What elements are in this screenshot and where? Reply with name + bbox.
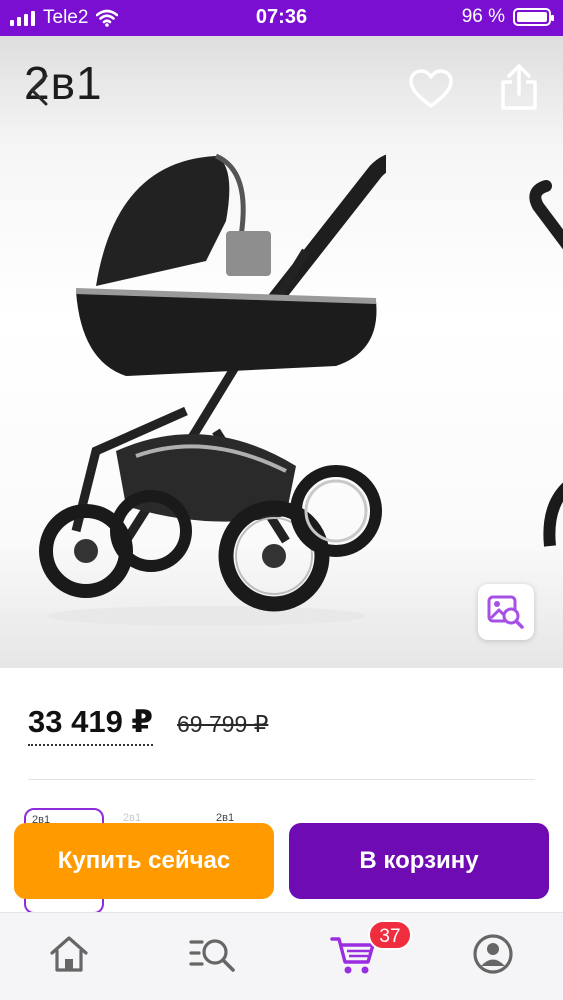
tab-home[interactable] <box>38 925 98 985</box>
price-row: 33 419 ₽ 69 799 ₽ <box>28 704 268 746</box>
battery-icon <box>513 8 554 26</box>
visual-search-button[interactable] <box>478 584 534 640</box>
battery-percent: 96 % <box>461 6 505 27</box>
home-icon <box>50 936 88 972</box>
old-price: 69 799 ₽ <box>177 711 269 737</box>
heart-icon[interactable] <box>406 66 456 112</box>
tab-catalog[interactable] <box>178 925 238 985</box>
image-search-icon <box>487 595 524 629</box>
product-gallery[interactable]: 2в1 <box>0 36 563 668</box>
share-icon[interactable] <box>494 62 544 114</box>
buy-now-button[interactable]: Купить сейчас <box>14 823 274 899</box>
bottom-tab-bar <box>0 912 563 1000</box>
status-bar: Tele2 07:36 96 % <box>0 0 563 36</box>
cart-count-badge: 37 <box>368 920 412 950</box>
add-to-cart-button[interactable]: В корзину <box>289 823 549 899</box>
catalog-search-icon <box>189 939 235 972</box>
divider <box>28 779 535 780</box>
tab-profile[interactable] <box>462 925 522 985</box>
product-image <box>39 153 386 626</box>
back-arrow-icon[interactable] <box>20 70 60 110</box>
current-price[interactable]: 33 419 ₽ <box>28 704 153 746</box>
profile-icon <box>473 934 513 974</box>
next-product-image <box>529 180 563 547</box>
